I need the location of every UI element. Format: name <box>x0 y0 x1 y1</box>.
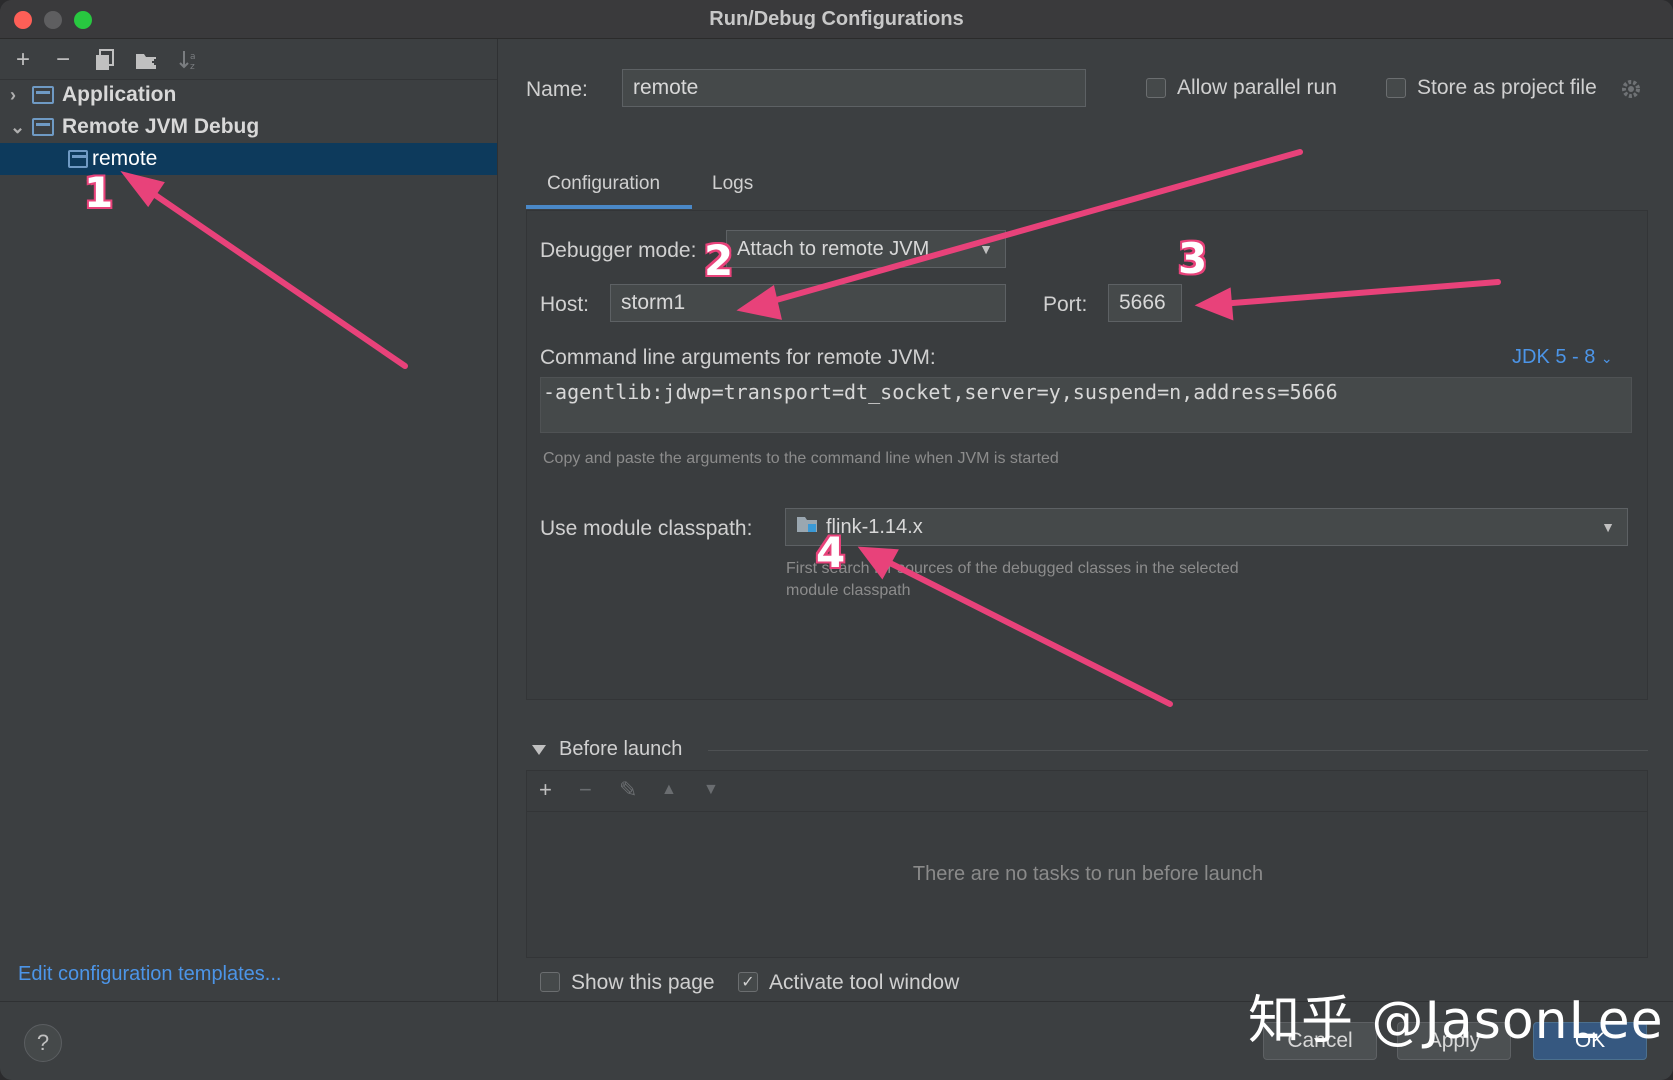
before-launch-title: Before launch <box>559 738 683 760</box>
tab-configuration[interactable]: Configuration <box>547 173 660 195</box>
cmd-args-hint: Copy and paste the arguments to the comm… <box>543 450 1059 467</box>
host-input[interactable]: storm1 <box>610 284 1006 322</box>
port-label: Port: <box>1043 293 1088 316</box>
debugger-mode-value: Attach to remote JVM <box>737 237 930 260</box>
name-label: Name: <box>526 78 588 101</box>
show-page-label: Show this page <box>571 971 715 994</box>
remove-task-icon[interactable]: − <box>579 777 592 803</box>
cmd-args-label: Command line arguments for remote JVM: <box>540 346 936 369</box>
activate-tool-checkbox[interactable]: ✓ <box>738 972 758 992</box>
dialog-window: Run/Debug Configurations + − az › Applic… <box>0 0 1673 1080</box>
help-button[interactable]: ? <box>24 1024 62 1062</box>
remote-debug-config-icon <box>32 118 54 136</box>
chevron-right-icon[interactable]: › <box>10 85 32 106</box>
gear-icon[interactable] <box>1620 78 1642 105</box>
chevron-down-icon: ▼ <box>1601 519 1615 535</box>
annotation-number-4: 4 <box>816 528 846 577</box>
edit-templates-link[interactable]: Edit configuration templates... <box>18 963 281 986</box>
annotation-number-1: 1 <box>84 168 114 217</box>
cmd-args-value: -agentlib:jdwp=transport=dt_socket,serve… <box>543 380 1338 404</box>
remove-icon[interactable]: − <box>48 45 78 75</box>
name-value: remote <box>633 76 699 99</box>
tab-logs[interactable]: Logs <box>712 173 753 195</box>
allow-parallel-label: Allow parallel run <box>1177 76 1337 99</box>
name-input[interactable]: remote <box>622 69 1086 107</box>
add-task-icon[interactable]: + <box>539 777 552 803</box>
tree-item-application[interactable]: › Application <box>0 79 497 111</box>
debugger-mode-label: Debugger mode: <box>540 239 697 262</box>
add-icon[interactable]: + <box>8 45 38 75</box>
activate-tool-label: Activate tool window <box>769 971 960 994</box>
module-hint-line-1: First search for sources of the debugged… <box>786 560 1239 577</box>
tree-item-remote[interactable]: remote <box>0 143 497 175</box>
watermark-text: 知乎 @JasonLee <box>1248 991 1664 1051</box>
svg-text:a: a <box>190 52 196 62</box>
port-value: 5666 <box>1119 291 1166 314</box>
window-title: Run/Debug Configurations <box>709 8 964 30</box>
module-classpath-select[interactable]: flink-1.14.x ▼ <box>785 508 1628 546</box>
empty-tasks-message: There are no tasks to run before launch <box>912 863 1264 885</box>
module-hint-line-2: module classpath <box>786 582 911 599</box>
collapse-triangle-icon[interactable] <box>531 743 547 761</box>
jdk-version-value: JDK 5 - 8 <box>1512 346 1596 368</box>
before-launch-list: + − ✎ ▲ ▼ There are no tasks to run befo… <box>526 770 1648 958</box>
tree-item-label: Application <box>62 83 177 106</box>
folder-add-icon[interactable] <box>132 45 162 75</box>
title-bar: Run/Debug Configurations <box>0 0 1673 39</box>
edit-task-icon[interactable]: ✎ <box>619 777 637 803</box>
chevron-down-icon: ⌄ <box>1600 350 1613 366</box>
allow-parallel-checkbox[interactable] <box>1146 78 1166 98</box>
move-up-icon[interactable]: ▲ <box>661 781 677 799</box>
copy-icon[interactable] <box>90 45 120 75</box>
configurations-sidebar: + − az › Application ⌄ Remote JVM Debug <box>0 39 498 1001</box>
chevron-down-icon[interactable]: ⌄ <box>10 117 32 138</box>
module-classpath-label: Use module classpath: <box>540 517 753 540</box>
port-input[interactable]: 5666 <box>1108 284 1182 322</box>
module-folder-icon <box>796 515 818 539</box>
remote-debug-config-icon <box>68 150 88 168</box>
annotation-number-3: 3 <box>1178 234 1208 283</box>
chevron-down-icon: ▼ <box>979 241 993 257</box>
application-config-icon <box>32 86 54 104</box>
cmd-args-field[interactable]: -agentlib:jdwp=transport=dt_socket,serve… <box>540 377 1632 433</box>
svg-text:z: z <box>190 62 195 71</box>
jdk-version-select[interactable]: JDK 5 - 8 ⌄ <box>1512 346 1613 369</box>
active-tab-indicator <box>526 205 692 209</box>
annotation-number-2: 2 <box>704 236 734 285</box>
tree-item-label: Remote JVM Debug <box>62 115 260 138</box>
move-down-icon[interactable]: ▼ <box>703 781 719 799</box>
tree-item-remote-jvm-debug[interactable]: ⌄ Remote JVM Debug <box>0 111 497 143</box>
store-project-label: Store as project file <box>1417 76 1597 99</box>
store-project-checkbox[interactable] <box>1386 78 1406 98</box>
show-page-checkbox[interactable] <box>540 972 560 992</box>
section-divider <box>708 750 1648 751</box>
sort-icon[interactable]: az <box>174 45 204 75</box>
debugger-mode-select[interactable]: Attach to remote JVM ▼ <box>726 230 1006 268</box>
host-label: Host: <box>540 293 590 316</box>
host-value: storm1 <box>621 291 686 314</box>
